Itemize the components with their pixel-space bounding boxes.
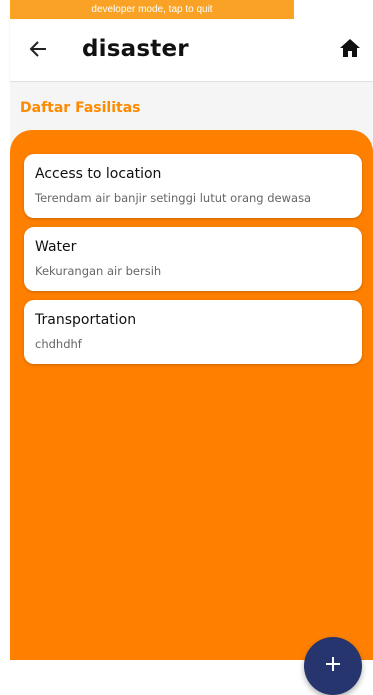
section-title: Daftar Fasilitas (20, 100, 141, 116)
main-content: Daftar Fasilitas Access to location Tere… (10, 82, 373, 695)
facility-subtitle: Terendam air banjir setinggi lutut orang… (35, 191, 312, 205)
home-icon (339, 38, 361, 62)
facility-title: Access to location (35, 166, 162, 182)
facility-card[interactable]: Access to location Terendam air banjir s… (24, 154, 362, 218)
facility-card[interactable]: Transportation chdhdhf (24, 300, 362, 364)
back-button[interactable] (26, 39, 50, 63)
facility-subtitle: chdhdhf (35, 337, 82, 351)
page-title: disaster (82, 36, 189, 62)
plus-icon (324, 655, 342, 677)
home-button[interactable] (337, 37, 363, 63)
developer-mode-banner[interactable]: developer mode, tap to quit (10, 0, 294, 19)
facility-title: Water (35, 239, 77, 255)
arrow-left-icon (28, 39, 48, 63)
facility-subtitle: Kekurangan air bersih (35, 264, 162, 278)
add-facility-button[interactable] (304, 637, 362, 695)
app-bar: disaster (10, 19, 373, 82)
facility-card[interactable]: Water Kekurangan air bersih (24, 227, 362, 291)
developer-mode-text: developer mode, tap to quit (91, 4, 213, 15)
facility-list-panel: Access to location Terendam air banjir s… (10, 130, 373, 695)
facility-title: Transportation (35, 312, 137, 328)
